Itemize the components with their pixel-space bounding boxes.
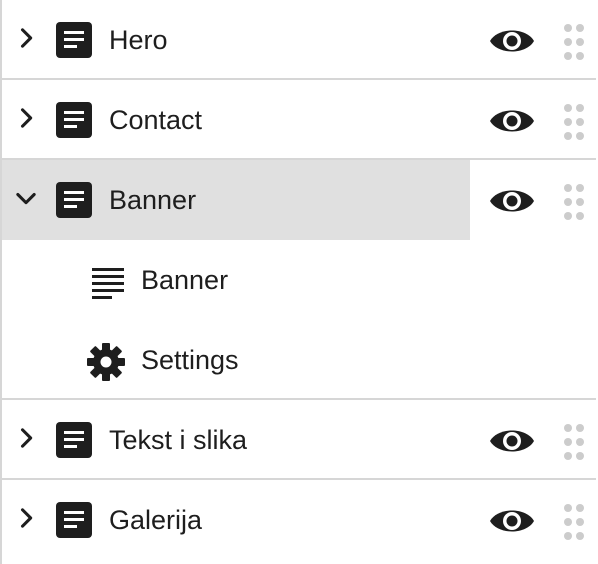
tree-row-contact[interactable]: Contact — [2, 80, 596, 160]
tree-subitem-banner-content[interactable]: Banner — [2, 240, 470, 320]
tree-row-hero[interactable]: Hero — [2, 0, 596, 80]
drag-handle-icon[interactable] — [562, 24, 586, 60]
tree-row-label: Hero — [109, 25, 168, 55]
eye-icon[interactable] — [488, 24, 536, 58]
block-tree-panel: Hero Contact Banner Banner Settings Teks… — [0, 0, 596, 564]
chevron-right-icon[interactable] — [12, 424, 40, 452]
drag-handle-icon[interactable] — [562, 504, 586, 540]
tree-row-label: Galerija — [109, 505, 203, 535]
tree-subitem-label: Settings — [141, 345, 239, 375]
tree-row-galerija[interactable]: Galerija — [2, 480, 596, 560]
document-icon — [56, 102, 92, 138]
chevron-right-icon[interactable] — [12, 24, 40, 52]
eye-icon[interactable] — [488, 504, 536, 538]
tree-subitem-label: Banner — [141, 265, 229, 295]
drag-handle-icon[interactable] — [562, 104, 586, 140]
document-icon — [56, 182, 92, 218]
chevron-right-icon[interactable] — [12, 104, 40, 132]
tree-subitem-settings[interactable]: Settings — [2, 320, 470, 400]
tree-children-banner: Banner Settings — [2, 240, 596, 400]
tree-row-tekst-i-slika[interactable]: Tekst i slika — [2, 400, 596, 480]
eye-icon[interactable] — [488, 104, 536, 138]
tree-row-label: Tekst i slika — [109, 425, 248, 455]
chevron-right-icon[interactable] — [12, 504, 40, 532]
eye-icon[interactable] — [488, 184, 536, 218]
eye-icon[interactable] — [488, 424, 536, 458]
text-lines-icon — [92, 268, 124, 299]
document-icon — [56, 22, 92, 58]
drag-handle-icon[interactable] — [562, 184, 586, 220]
chevron-down-icon[interactable] — [12, 184, 40, 212]
tree-row-label: Banner — [109, 185, 197, 215]
tree-row-label: Contact — [109, 105, 203, 135]
document-icon — [56, 422, 92, 458]
gear-icon — [87, 343, 125, 381]
drag-handle-icon[interactable] — [562, 424, 586, 460]
tree-row-banner[interactable]: Banner — [2, 160, 596, 240]
document-icon — [56, 502, 92, 538]
